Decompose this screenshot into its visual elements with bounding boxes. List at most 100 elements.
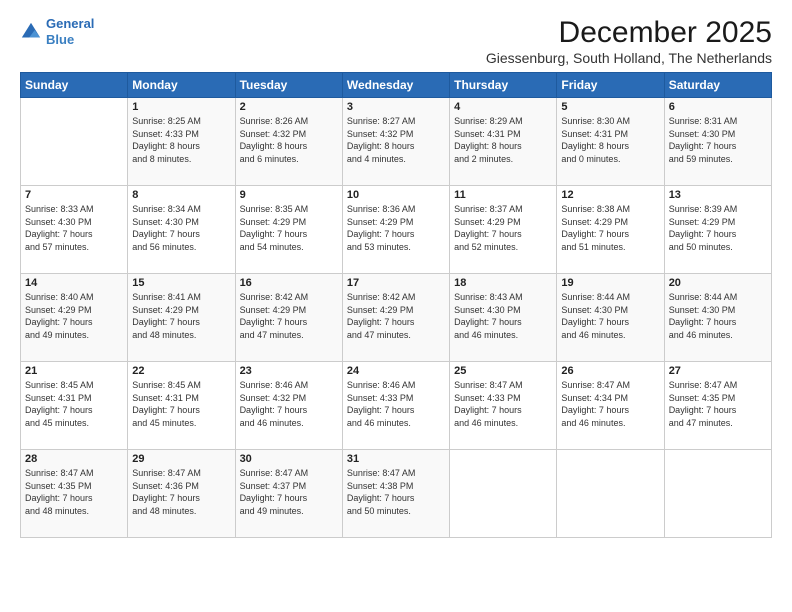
day-number: 21: [25, 365, 123, 377]
calendar-cell: 22Sunrise: 8:45 AM Sunset: 4:31 PM Dayli…: [128, 362, 235, 450]
day-number: 8: [132, 189, 230, 201]
day-number: 7: [25, 189, 123, 201]
week-row-3: 14Sunrise: 8:40 AM Sunset: 4:29 PM Dayli…: [21, 274, 772, 362]
cell-info: Sunrise: 8:44 AM Sunset: 4:30 PM Dayligh…: [561, 291, 659, 341]
day-number: 17: [347, 277, 445, 289]
header-day-saturday: Saturday: [664, 73, 771, 98]
month-title: December 2025: [486, 16, 772, 50]
day-number: 16: [240, 277, 338, 289]
calendar-cell: 16 Sunrise: 8:42 AM Sunset: 4:29 PM Dayli…: [235, 274, 342, 362]
cell-info: Sunrise: 8:47 AM Sunset: 4:35 PM Dayligh…: [669, 379, 767, 429]
cell-info: Sunrise: 8:46 AM Sunset: 4:32 PM Dayligh…: [240, 379, 338, 429]
cell-info: Sunrise: 8:36 AM Sunset: 4:29 PM Dayligh…: [347, 203, 445, 253]
day-number: 9: [240, 189, 338, 201]
calendar-cell: 2 Sunrise: 8:26 AM Sunset: 4:32 PM Daylig…: [235, 98, 342, 186]
header-day-wednesday: Wednesday: [342, 73, 449, 98]
logo: General Blue: [20, 16, 94, 47]
cell-info: Sunrise: 8:37 AM Sunset: 4:29 PM Dayligh…: [454, 203, 552, 253]
calendar-cell: 9 Sunrise: 8:35 AM Sunset: 4:29 PM Daylig…: [235, 186, 342, 274]
header-day-monday: Monday: [128, 73, 235, 98]
day-number: 13: [669, 189, 767, 201]
calendar-cell: 26Sunrise: 8:47 AM Sunset: 4:34 PM Dayli…: [557, 362, 664, 450]
calendar-cell: 28Sunrise: 8:47 AM Sunset: 4:35 PM Dayli…: [21, 450, 128, 538]
cell-info: Sunrise: 8:25 AM Sunset: 4:33 PM Dayligh…: [132, 115, 230, 165]
day-number: 11: [454, 189, 552, 201]
day-number: 15: [132, 277, 230, 289]
cell-info: Sunrise: 8:34 AM Sunset: 4:30 PM Dayligh…: [132, 203, 230, 253]
calendar-cell: 8 Sunrise: 8:34 AM Sunset: 4:30 PM Daylig…: [128, 186, 235, 274]
day-number: 3: [347, 101, 445, 113]
day-number: 10: [347, 189, 445, 201]
day-number: 5: [561, 101, 659, 113]
calendar-cell: 24 Sunrise: 8:46 AM Sunset: 4:33 PM Dayli…: [342, 362, 449, 450]
cell-info: Sunrise: 8:40 AM Sunset: 4:29 PM Dayligh…: [25, 291, 123, 341]
cell-info: Sunrise: 8:47 AM Sunset: 4:37 PM Dayligh…: [240, 467, 338, 517]
calendar-cell: 7 Sunrise: 8:33 AM Sunset: 4:30 PM Daylig…: [21, 186, 128, 274]
calendar-cell: 29Sunrise: 8:47 AM Sunset: 4:36 PM Dayli…: [128, 450, 235, 538]
header: General Blue December 2025 Giessenburg, …: [20, 16, 772, 66]
cell-info: Sunrise: 8:47 AM Sunset: 4:38 PM Dayligh…: [347, 467, 445, 517]
calendar-cell: 13 Sunrise: 8:39 AM Sunset: 4:29 PM Dayli…: [664, 186, 771, 274]
page: General Blue December 2025 Giessenburg, …: [0, 0, 792, 612]
logo-icon: [20, 21, 42, 43]
calendar-cell: 30 Sunrise: 8:47 AM Sunset: 4:37 PM Dayli…: [235, 450, 342, 538]
header-row: SundayMondayTuesdayWednesdayThursdayFrid…: [21, 73, 772, 98]
cell-info: Sunrise: 8:31 AM Sunset: 4:30 PM Dayligh…: [669, 115, 767, 165]
cell-info: Sunrise: 8:33 AM Sunset: 4:30 PM Dayligh…: [25, 203, 123, 253]
calendar-cell: 6 Sunrise: 8:31 AM Sunset: 4:30 PM Daylig…: [664, 98, 771, 186]
calendar-cell: [21, 98, 128, 186]
calendar-cell: 12 Sunrise: 8:38 AM Sunset: 4:29 PM Dayli…: [557, 186, 664, 274]
calendar-cell: [664, 450, 771, 538]
day-number: 19: [561, 277, 659, 289]
cell-info: Sunrise: 8:38 AM Sunset: 4:29 PM Dayligh…: [561, 203, 659, 253]
calendar-cell: 27 Sunrise: 8:47 AM Sunset: 4:35 PM Dayli…: [664, 362, 771, 450]
calendar-cell: 4 Sunrise: 8:29 AM Sunset: 4:31 PM Daylig…: [450, 98, 557, 186]
calendar-cell: 15 Sunrise: 8:41 AM Sunset: 4:29 PM Dayli…: [128, 274, 235, 362]
day-number: 27: [669, 365, 767, 377]
calendar-cell: 20 Sunrise: 8:44 AM Sunset: 4:30 PM Dayli…: [664, 274, 771, 362]
cell-info: Sunrise: 8:46 AM Sunset: 4:33 PM Dayligh…: [347, 379, 445, 429]
logo-text: General Blue: [46, 16, 94, 47]
cell-info: Sunrise: 8:43 AM Sunset: 4:30 PM Dayligh…: [454, 291, 552, 341]
day-number: 6: [669, 101, 767, 113]
calendar-cell: 23 Sunrise: 8:46 AM Sunset: 4:32 PM Dayli…: [235, 362, 342, 450]
cell-info: Sunrise: 8:44 AM Sunset: 4:30 PM Dayligh…: [669, 291, 767, 341]
header-day-friday: Friday: [557, 73, 664, 98]
cell-info: Sunrise: 8:29 AM Sunset: 4:31 PM Dayligh…: [454, 115, 552, 165]
cell-info: Sunrise: 8:26 AM Sunset: 4:32 PM Dayligh…: [240, 115, 338, 165]
calendar-cell: 31Sunrise: 8:47 AM Sunset: 4:38 PM Dayli…: [342, 450, 449, 538]
day-number: 1: [132, 101, 230, 113]
calendar-cell: 25Sunrise: 8:47 AM Sunset: 4:33 PM Dayli…: [450, 362, 557, 450]
cell-info: Sunrise: 8:35 AM Sunset: 4:29 PM Dayligh…: [240, 203, 338, 253]
title-block: December 2025 Giessenburg, South Holland…: [486, 16, 772, 66]
cell-info: Sunrise: 8:47 AM Sunset: 4:34 PM Dayligh…: [561, 379, 659, 429]
day-number: 30: [240, 453, 338, 465]
header-day-sunday: Sunday: [21, 73, 128, 98]
cell-info: Sunrise: 8:47 AM Sunset: 4:33 PM Dayligh…: [454, 379, 552, 429]
cell-info: Sunrise: 8:39 AM Sunset: 4:29 PM Dayligh…: [669, 203, 767, 253]
cell-info: Sunrise: 8:47 AM Sunset: 4:35 PM Dayligh…: [25, 467, 123, 517]
calendar-cell: 19 Sunrise: 8:44 AM Sunset: 4:30 PM Dayli…: [557, 274, 664, 362]
calendar-cell: [557, 450, 664, 538]
day-number: 29: [132, 453, 230, 465]
day-number: 18: [454, 277, 552, 289]
calendar-cell: 10 Sunrise: 8:36 AM Sunset: 4:29 PM Dayli…: [342, 186, 449, 274]
header-day-tuesday: Tuesday: [235, 73, 342, 98]
cell-info: Sunrise: 8:42 AM Sunset: 4:29 PM Dayligh…: [240, 291, 338, 341]
cell-info: Sunrise: 8:45 AM Sunset: 4:31 PM Dayligh…: [132, 379, 230, 429]
location: Giessenburg, South Holland, The Netherla…: [486, 50, 772, 66]
day-number: 2: [240, 101, 338, 113]
calendar-cell: 18 Sunrise: 8:43 AM Sunset: 4:30 PM Dayli…: [450, 274, 557, 362]
day-number: 4: [454, 101, 552, 113]
calendar-cell: 17Sunrise: 8:42 AM Sunset: 4:29 PM Dayli…: [342, 274, 449, 362]
day-number: 24: [347, 365, 445, 377]
cell-info: Sunrise: 8:45 AM Sunset: 4:31 PM Dayligh…: [25, 379, 123, 429]
calendar-cell: 14Sunrise: 8:40 AM Sunset: 4:29 PM Dayli…: [21, 274, 128, 362]
week-row-4: 21 Sunrise: 8:45 AM Sunset: 4:31 PM Dayli…: [21, 362, 772, 450]
day-number: 12: [561, 189, 659, 201]
day-number: 23: [240, 365, 338, 377]
week-row-5: 28Sunrise: 8:47 AM Sunset: 4:35 PM Dayli…: [21, 450, 772, 538]
calendar-table: SundayMondayTuesdayWednesdayThursdayFrid…: [20, 72, 772, 538]
day-number: 20: [669, 277, 767, 289]
cell-info: Sunrise: 8:41 AM Sunset: 4:29 PM Dayligh…: [132, 291, 230, 341]
